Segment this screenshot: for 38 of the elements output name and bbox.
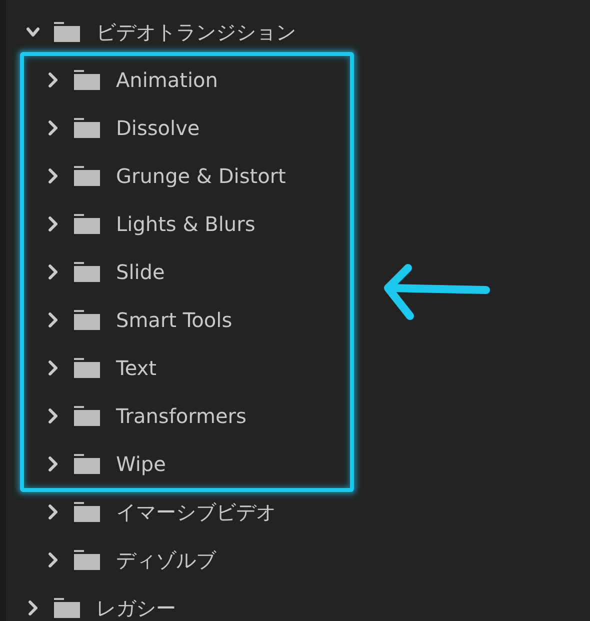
tree-item[interactable]: Lights & Blurs <box>116 212 256 236</box>
tree-item[interactable]: Animation <box>116 68 218 92</box>
chevron-right-icon[interactable] <box>26 600 40 616</box>
folder-icon <box>74 70 100 90</box>
tree-item[interactable]: Smart Tools <box>116 308 232 332</box>
tree-item[interactable]: Slide <box>116 260 165 284</box>
tree-item[interactable]: ビデオトランジション <box>96 18 296 46</box>
chevron-right-icon[interactable] <box>46 360 60 376</box>
folder-icon <box>54 22 80 42</box>
chevron-right-icon[interactable] <box>46 456 60 472</box>
folder-icon <box>74 406 100 426</box>
folder-icon <box>74 262 100 282</box>
folder-icon <box>74 550 100 570</box>
folder-icon <box>74 118 100 138</box>
folder-icon <box>74 502 100 522</box>
chevron-right-icon[interactable] <box>46 120 60 136</box>
chevron-right-icon[interactable] <box>46 552 60 568</box>
folder-icon <box>74 454 100 474</box>
tree-item[interactable]: レガシー <box>96 594 176 621</box>
folder-icon <box>54 598 80 618</box>
folder-icon <box>74 310 100 330</box>
tree-item[interactable]: イマーシブビデオ <box>116 498 276 526</box>
folder-icon <box>74 214 100 234</box>
tree-item[interactable]: Grunge & Distort <box>116 164 286 188</box>
chevron-right-icon[interactable] <box>46 168 60 184</box>
chevron-right-icon[interactable] <box>46 312 60 328</box>
tree-item[interactable]: Transformers <box>116 404 246 428</box>
chevron-right-icon[interactable] <box>46 264 60 280</box>
chevron-right-icon[interactable] <box>46 72 60 88</box>
tree-item[interactable]: Text <box>116 356 156 380</box>
folder-icon <box>74 166 100 186</box>
chevron-right-icon[interactable] <box>46 216 60 232</box>
chevron-right-icon[interactable] <box>46 408 60 424</box>
tree-item[interactable]: ディゾルブ <box>116 546 216 574</box>
folder-icon <box>74 358 100 378</box>
tree-item[interactable]: Wipe <box>116 452 166 476</box>
chevron-right-icon[interactable] <box>46 504 60 520</box>
tree-item[interactable]: Dissolve <box>116 116 200 140</box>
